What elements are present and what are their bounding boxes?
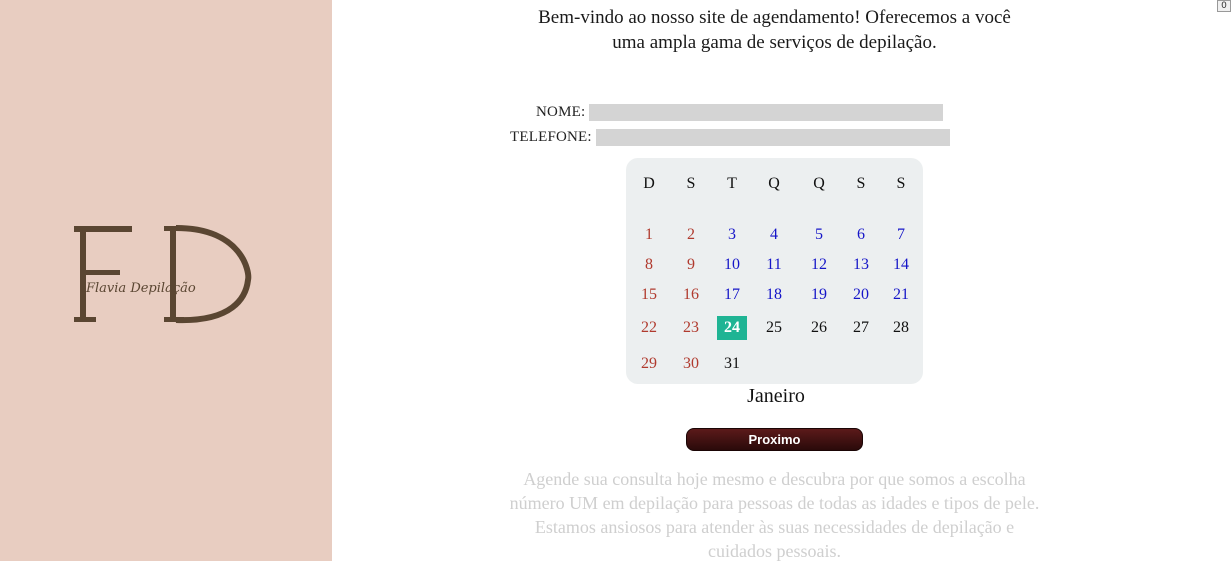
calendar-day[interactable]: 23: [676, 316, 706, 340]
nome-label: NOME:: [536, 104, 586, 120]
calendar-day[interactable]: 11: [759, 253, 789, 277]
calendar-day[interactable]: 9: [676, 253, 706, 277]
calendar: D S T Q Q S S 1 2 3 4 5 6 7 8 9 10 11 12 13 14 15 16 17 18 19 20 21…: [626, 158, 923, 384]
nome-input[interactable]: [589, 104, 944, 121]
welcome-text: Bem-vindo ao nosso site de agendamento! …: [538, 7, 1011, 53]
calendar-day[interactable]: 26: [804, 316, 834, 340]
calendar-day[interactable]: 10: [717, 253, 747, 277]
next-button[interactable]: Proximo: [686, 428, 863, 451]
main-content: Bem-vindo ao nosso site de agendamento! …: [332, 0, 1231, 561]
calendar-day[interactable]: 1: [634, 223, 664, 247]
calendar-month: Janeiro: [747, 385, 805, 407]
weekday-header: S: [856, 175, 866, 192]
calendar-day[interactable]: 31: [717, 352, 747, 376]
calendar-day[interactable]: 25: [759, 316, 789, 340]
calendar-day[interactable]: 2: [676, 223, 706, 247]
calendar-day[interactable]: 5: [804, 223, 834, 247]
calendar-day[interactable]: 13: [846, 253, 876, 277]
logo-script-text: Flavia Depilação: [85, 281, 196, 296]
telefone-row: TELEFONE:: [510, 129, 950, 146]
calendar-day[interactable]: 7: [886, 223, 916, 247]
calendar-day[interactable]: 14: [886, 253, 916, 277]
calendar-day[interactable]: 3: [717, 223, 747, 247]
weekday-header: S: [686, 175, 696, 192]
calendar-day[interactable]: 27: [846, 316, 876, 340]
calendar-day[interactable]: 28: [886, 316, 916, 340]
calendar-day[interactable]: 8: [634, 253, 664, 277]
sidebar: Flavia Depilação: [0, 0, 332, 561]
calendar-day[interactable]: 12: [804, 253, 834, 277]
calendar-day[interactable]: 18: [759, 283, 789, 307]
weekday-header: T: [727, 175, 737, 192]
fd-monogram-logo: Flavia Depilação: [74, 225, 252, 324]
calendar-day[interactable]: 16: [676, 283, 706, 307]
telefone-label: TELEFONE:: [510, 129, 592, 145]
calendar-day-today[interactable]: 24: [717, 316, 747, 340]
calendar-day[interactable]: 21: [886, 283, 916, 307]
calendar-day[interactable]: 22: [634, 316, 664, 340]
calendar-day[interactable]: 17: [717, 283, 747, 307]
brand-logo: Flavia Depilação: [72, 222, 252, 328]
weekday-header: S: [896, 175, 906, 192]
weekday-header: Q: [768, 175, 780, 192]
weekday-header: Q: [813, 175, 825, 192]
telefone-input[interactable]: [595, 129, 950, 146]
calendar-day[interactable]: 30: [676, 352, 706, 376]
calendar-day[interactable]: 20: [846, 283, 876, 307]
promo-text: Agende sua consulta hoje mesmo e descubr…: [509, 469, 1040, 561]
calendar-day[interactable]: 4: [759, 223, 789, 247]
calendar-day[interactable]: 29: [634, 352, 664, 376]
calendar-day[interactable]: 6: [846, 223, 876, 247]
calendar-day[interactable]: 15: [634, 283, 664, 307]
weekday-header: D: [643, 175, 655, 192]
nome-row: NOME:: [536, 104, 944, 121]
calendar-day[interactable]: 19: [804, 283, 834, 307]
corner-control[interactable]: 0: [1217, 0, 1231, 12]
